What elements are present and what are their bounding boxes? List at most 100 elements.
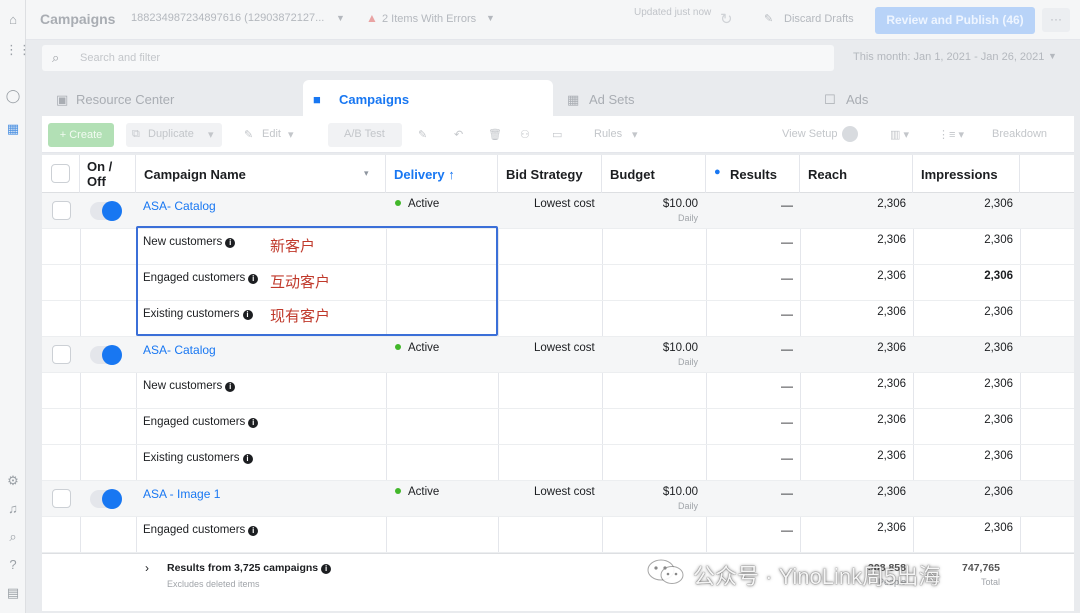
results-value: — [781, 486, 793, 500]
help-icon[interactable]: ? [5, 557, 21, 573]
info-icon[interactable]: i [248, 418, 259, 428]
campaigns-table: On / Off Campaign Name ▾ Delivery ↑ Bid … [42, 155, 1074, 611]
annotation-label: 现有客户 [270, 308, 331, 325]
table-row[interactable]: Existing customers i — 2,306 2,306 [42, 445, 1074, 481]
impressions-value: 2,306 [984, 234, 1013, 246]
errors-dropdown[interactable]: 2 Items With Errors [382, 13, 476, 25]
budget-value[interactable]: $10.00 [652, 342, 698, 354]
campaign-name-link[interactable]: ASA - Image 1 [143, 487, 220, 501]
table-row[interactable]: Engaged customers i 互动客户 — 2,306 2,306 [42, 265, 1074, 301]
breakdown-icon[interactable]: ⋮≡ ▾ [938, 128, 964, 141]
columns-icon[interactable]: ▥ ▾ [890, 128, 909, 141]
table-view-icon[interactable]: ▦ [5, 121, 21, 137]
tab-campaigns[interactable]: ■ Campaigns [303, 80, 553, 116]
chevron-down-icon[interactable]: ▼ [1048, 51, 1057, 61]
impressions-value: 2,306 [984, 306, 1013, 318]
create-button[interactable]: + Create [48, 123, 114, 147]
results-value: — [781, 235, 793, 249]
search-icon: ⌕ [52, 50, 60, 65]
budget-value[interactable]: $10.00 [652, 486, 698, 498]
discard-drafts-button[interactable]: Discard Drafts [784, 13, 854, 25]
table-row[interactable]: ASA- Catalog Active Lowest cost $10.00 D… [42, 193, 1074, 229]
chevron-down-icon[interactable]: ▼ [486, 13, 495, 23]
image-icon[interactable]: ▭ [552, 128, 562, 141]
rules-dropdown[interactable]: Rules [594, 128, 622, 140]
column-onoff[interactable]: On / Off [80, 155, 136, 193]
report-icon[interactable]: ▤ [5, 585, 21, 601]
notifications-bell-icon[interactable]: ♫ [5, 501, 21, 517]
wechat-logo-icon [647, 559, 684, 584]
settings-gear-icon[interactable]: ⚙ [5, 473, 21, 489]
search-icon[interactable]: ⌕ [5, 529, 21, 545]
info-icon[interactable]: i [225, 382, 236, 392]
impressions-value: 2,306 [984, 198, 1013, 210]
campaign-toggle[interactable] [90, 489, 122, 509]
edit-button[interactable]: Edit [262, 128, 281, 140]
info-icon[interactable]: i [321, 564, 332, 574]
info-icon[interactable]: i [242, 454, 253, 464]
people-icon[interactable]: ⚇ [520, 128, 530, 141]
info-icon[interactable]: i [225, 238, 236, 248]
tab-resource-center[interactable]: ▣ Resource Center [42, 80, 302, 116]
pencil-icon[interactable]: ✎ [418, 128, 427, 141]
results-value: — [781, 307, 793, 321]
table-row[interactable]: ASA - Image 1 Active Lowest cost $10.00 … [42, 481, 1074, 517]
home-icon[interactable]: ⌂ [5, 12, 21, 28]
audience-segment-label: Engaged customers i [143, 272, 259, 284]
table-row[interactable]: ASA- Catalog Active Lowest cost $10.00 D… [42, 337, 1074, 373]
expand-chevron-icon[interactable]: › [145, 561, 149, 575]
breakdown-dropdown[interactable]: Breakdown [992, 128, 1047, 140]
audience-segment-label: New customers i [143, 236, 236, 248]
row-checkbox[interactable] [52, 345, 71, 364]
table-row[interactable]: Engaged customers i — 2,306 2,306 [42, 409, 1074, 445]
campaign-toggle[interactable] [90, 201, 122, 221]
reach-value: 2,306 [877, 342, 906, 354]
chevron-down-icon[interactable]: ▼ [336, 13, 345, 23]
audience-segment-label: Engaged customers i [143, 524, 259, 536]
column-results[interactable]: ● Results [706, 155, 800, 193]
column-campaign-name[interactable]: Campaign Name ▾ [136, 155, 386, 193]
row-checkbox[interactable] [52, 489, 71, 508]
budget-value[interactable]: $10.00 [652, 198, 698, 210]
search-filter-bar[interactable]: ⌕ Search and filter [42, 45, 834, 71]
tab-ads[interactable]: ☐ Ads [812, 80, 1074, 116]
date-range-picker[interactable]: This month: Jan 1, 2021 - Jan 26, 2021 [853, 51, 1044, 63]
search-input[interactable]: Search and filter [80, 52, 160, 64]
column-bid-strategy[interactable]: Bid Strategy [498, 155, 602, 193]
view-setup-toggle[interactable] [842, 126, 858, 142]
campaign-name-link[interactable]: ASA- Catalog [143, 343, 216, 357]
audience-segment-label: Existing customers i [143, 452, 253, 464]
table-row[interactable]: Engaged customers i — 2,306 2,306 [42, 517, 1074, 553]
column-delivery[interactable]: Delivery ↑ [386, 155, 498, 193]
campaign-name-link[interactable]: ASA- Catalog [143, 199, 216, 213]
table-row[interactable]: New customers i — 2,306 2,306 [42, 373, 1074, 409]
column-reach[interactable]: Reach [800, 155, 913, 193]
undo-icon[interactable]: ↶ [454, 128, 463, 141]
sort-caret-icon[interactable]: ▾ [364, 168, 369, 179]
review-and-publish-button[interactable]: Review and Publish (46) [875, 7, 1035, 34]
column-impressions[interactable]: Impressions [913, 155, 1020, 193]
warning-icon: ▲ [366, 11, 378, 25]
campaign-toggle[interactable] [90, 345, 122, 365]
delivery-status: Active [395, 198, 439, 210]
table-row[interactable]: New customers i 新客户 — 2,306 2,306 [42, 229, 1074, 265]
reach-value: 2,306 [877, 198, 906, 210]
column-budget[interactable]: Budget [602, 155, 706, 193]
chevron-down-icon: ▾ [208, 129, 214, 141]
account-selector[interactable]: 188234987234897616 (12903872127... [131, 12, 341, 24]
info-icon[interactable]: i [248, 526, 259, 536]
refresh-icon[interactable]: ↻ [720, 10, 733, 28]
more-options-button[interactable]: ··· [1042, 8, 1070, 32]
table-row[interactable]: Existing customers i 现有客户 — 2,306 2,306 [42, 301, 1074, 337]
trash-icon[interactable]: 🗑 [488, 128, 502, 141]
impressions-value: 2,306 [984, 414, 1013, 426]
reach-value: 2,306 [877, 522, 906, 534]
info-icon[interactable]: i [248, 274, 259, 284]
account-circle-icon[interactable]: ◯ [5, 88, 21, 104]
tab-ad-sets[interactable]: ▦ Ad Sets [555, 80, 810, 116]
reach-value: 2,306 [877, 450, 906, 462]
select-all-checkbox[interactable] [51, 164, 70, 183]
row-checkbox[interactable] [52, 201, 71, 220]
apps-grid-icon[interactable]: ⋮⋮ [5, 42, 31, 58]
info-icon[interactable]: i [242, 310, 253, 320]
